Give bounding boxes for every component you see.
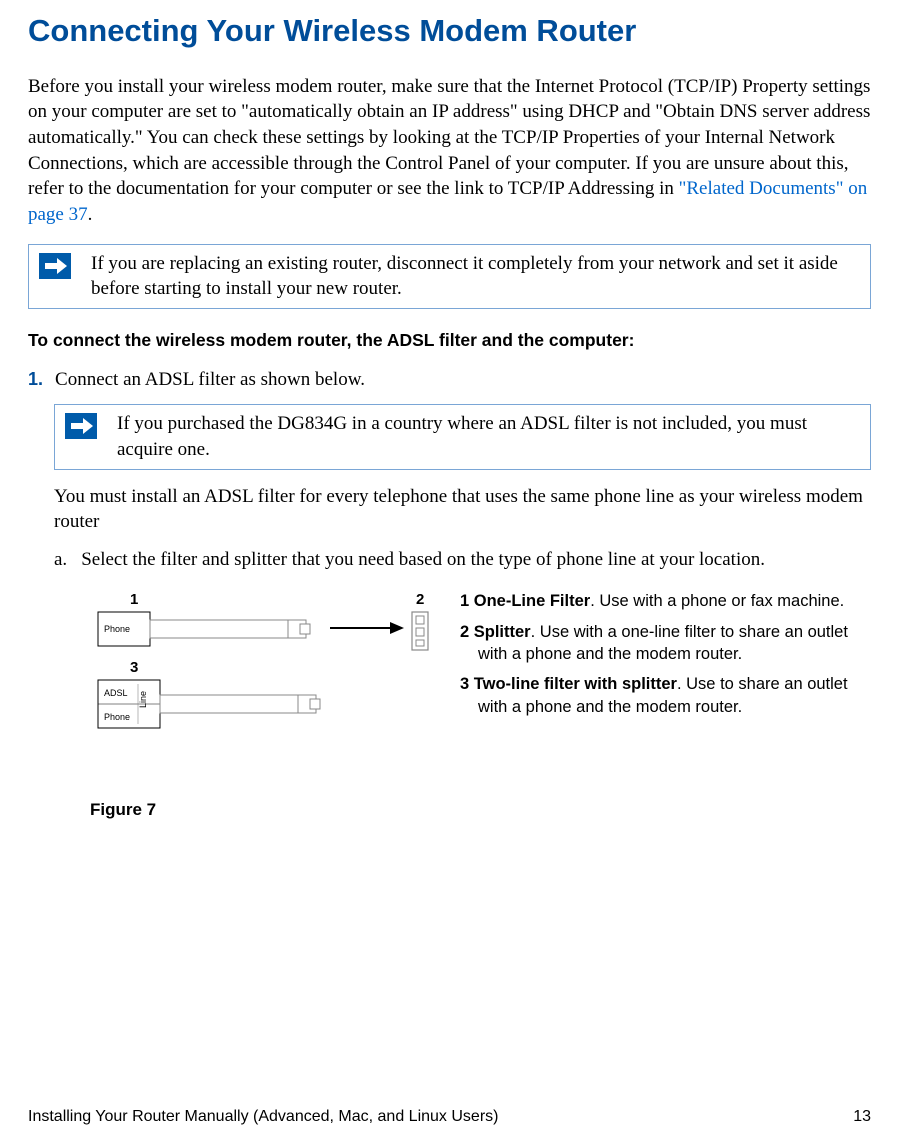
intro-paragraph: Before you install your wireless modem r… xyxy=(28,74,871,228)
legend-1-title: 1 One-Line Filter xyxy=(460,592,590,610)
legend-1-rest: . Use with a phone or fax machine. xyxy=(590,592,844,610)
diagram-label-1: 1 xyxy=(130,591,138,608)
legend-item-3: 3 Two-line filter with splitter. Use to … xyxy=(460,673,871,718)
legend-3-continuation: with a phone and the modem router. xyxy=(460,696,871,718)
substep-a-label: a. xyxy=(54,547,67,573)
legend-2-rest: . Use with a one-line filter to share an… xyxy=(531,623,848,641)
note-box-adsl-filter-purchase: If you purchased the DG834G in a country… xyxy=(54,404,871,469)
legend-2-continuation: with a phone and the modem router. xyxy=(460,643,871,665)
diagram-label-2: 2 xyxy=(416,591,424,608)
arrow-right-icon xyxy=(39,253,71,279)
legend-item-1: 1 One-Line Filter. Use with a phone or f… xyxy=(460,590,871,612)
diagram-label-3: 3 xyxy=(130,659,138,676)
diagram-adsl-label: ADSL xyxy=(104,688,128,698)
diagram-phone-label-2: Phone xyxy=(104,712,130,722)
page-footer: Installing Your Router Manually (Advance… xyxy=(0,1106,899,1128)
connect-subheading: To connect the wireless modem router, th… xyxy=(28,329,871,353)
note-text: If you are replacing an existing router,… xyxy=(91,251,860,302)
figure-7-legend: 1 One-Line Filter. Use with a phone or f… xyxy=(460,590,871,725)
legend-item-2: 2 Splitter. Use with a one-line filter t… xyxy=(460,621,871,666)
figure-7-area: 1 Phone 2 3 ADSL Phone xyxy=(90,590,871,767)
figure-7-caption: Figure 7 xyxy=(90,799,871,822)
legend-2-title: 2 Splitter xyxy=(460,623,531,641)
figure-7-diagram: 1 Phone 2 3 ADSL Phone xyxy=(90,590,440,767)
legend-3-rest: . Use to share an outlet xyxy=(677,675,848,693)
legend-3-title: 3 Two-line filter with splitter xyxy=(460,675,677,693)
substep-a-text: Select the filter and splitter that you … xyxy=(81,547,765,573)
note-box-replacing-router: If you are replacing an existing router,… xyxy=(28,244,871,309)
substep-a: a. Select the filter and splitter that y… xyxy=(54,547,871,573)
adsl-filter-requirement-paragraph: You must install an ADSL filter for ever… xyxy=(54,484,871,535)
step-1-text: Connect an ADSL filter as shown below. xyxy=(55,367,871,393)
footer-page-number: 13 xyxy=(853,1106,871,1128)
footer-chapter-title: Installing Your Router Manually (Advance… xyxy=(28,1106,498,1128)
arrow-right-icon xyxy=(65,413,97,439)
diagram-line-label: Line xyxy=(138,691,148,708)
step-1-number: 1. xyxy=(28,367,43,393)
note-text: If you purchased the DG834G in a country… xyxy=(117,411,860,462)
page-heading: Connecting Your Wireless Modem Router xyxy=(28,10,871,52)
step-1: 1. Connect an ADSL filter as shown below… xyxy=(28,367,871,393)
diagram-phone-label-1: Phone xyxy=(104,624,130,634)
intro-text-after: . xyxy=(88,204,93,225)
